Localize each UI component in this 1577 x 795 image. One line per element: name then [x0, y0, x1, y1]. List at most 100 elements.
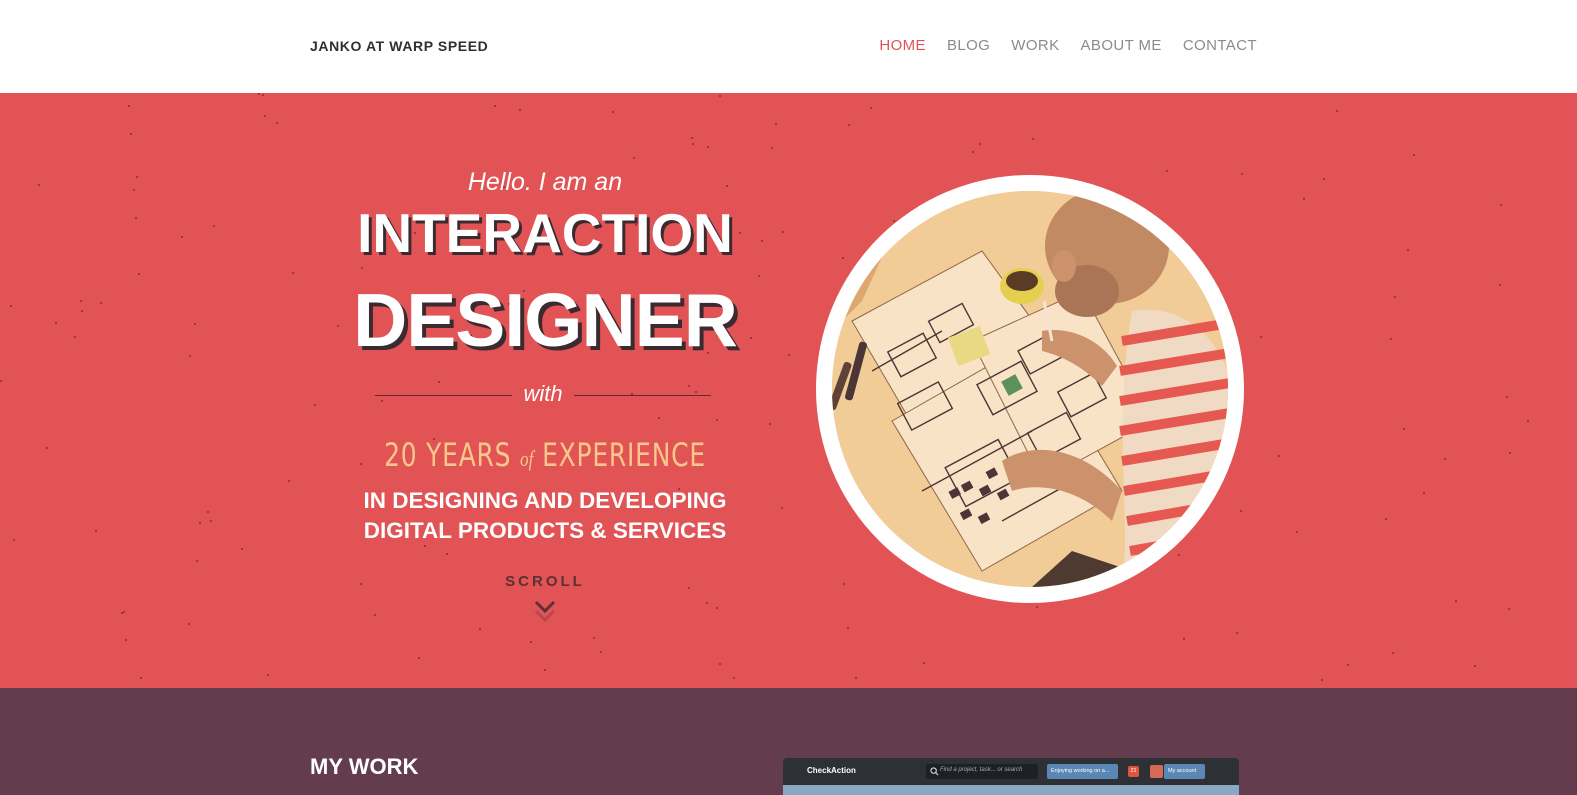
texture-speck: [1278, 455, 1280, 457]
search-icon: [930, 767, 939, 776]
texture-speck: [658, 417, 660, 419]
texture-speck: [719, 95, 721, 97]
preview-toolbar: CheckAction Find a project, task... or s…: [783, 758, 1239, 785]
texture-speck: [241, 548, 243, 550]
texture-speck: [81, 310, 83, 312]
texture-speck: [692, 143, 694, 145]
preview-status-select: Enjoying working on a...: [1047, 764, 1118, 779]
site-logo[interactable]: JANKO AT WARP SPEED: [310, 38, 488, 54]
texture-speck: [1323, 178, 1325, 180]
texture-speck: [360, 463, 362, 465]
texture-speck: [707, 146, 709, 148]
texture-speck: [136, 176, 138, 178]
texture-speck: [691, 137, 693, 139]
scroll-link[interactable]: SCROLL: [330, 573, 760, 590]
texture-speck: [1178, 554, 1180, 556]
texture-speck: [633, 157, 635, 159]
texture-speck: [519, 109, 521, 111]
designer-sketching-illustration: [832, 191, 1228, 587]
texture-speck: [374, 614, 376, 616]
profile-photo-frame: [816, 175, 1244, 603]
project-preview[interactable]: CheckAction Find a project, task... or s…: [783, 758, 1239, 795]
texture-speck: [100, 302, 102, 304]
texture-speck: [188, 623, 190, 625]
texture-speck: [1385, 518, 1387, 520]
texture-speck: [80, 300, 82, 302]
texture-speck: [923, 662, 925, 664]
texture-speck: [979, 143, 981, 145]
texture-speck: [1499, 284, 1501, 286]
texture-speck: [1303, 198, 1305, 200]
hero-subtitle-line2: DIGITAL PRODUCTS & SERVICES: [363, 518, 727, 543]
texture-speck: [494, 105, 496, 107]
texture-speck: [199, 522, 201, 524]
texture-speck: [719, 663, 721, 665]
texture-speck: [544, 669, 546, 671]
texture-speck: [133, 189, 135, 191]
texture-speck: [210, 520, 212, 522]
hero-connector: with: [375, 381, 711, 411]
texture-speck: [264, 115, 266, 117]
texture-speck: [1260, 336, 1262, 338]
texture-speck: [600, 651, 602, 653]
texture-speck: [593, 637, 595, 639]
double-chevron-down-icon[interactable]: [533, 600, 557, 624]
experience-label: EXPERIENCE: [542, 436, 706, 474]
nav-about-me[interactable]: ABOUT ME: [1081, 37, 1162, 54]
texture-speck: [1390, 338, 1392, 340]
texture-speck: [1240, 510, 1242, 512]
texture-speck: [95, 530, 97, 532]
profile-photo: [832, 191, 1228, 587]
experience-of: of: [520, 446, 534, 471]
hero-connector-word: with: [523, 381, 563, 406]
preview-notification-badge: 21: [1128, 766, 1139, 777]
texture-speck: [1336, 110, 1338, 112]
work-heading: MY WORK: [310, 754, 419, 779]
texture-speck: [1500, 204, 1502, 206]
texture-speck: [314, 404, 316, 406]
texture-speck: [855, 677, 857, 679]
texture-speck: [207, 511, 209, 513]
texture-speck: [775, 123, 777, 125]
texture-speck: [1407, 249, 1409, 251]
hero-experience: 20 YEARS of EXPERIENCE: [377, 436, 712, 474]
hero-subtitle-line1: IN DESIGNING AND DEVELOPING: [363, 488, 727, 513]
texture-speck: [1032, 138, 1034, 140]
texture-speck: [267, 674, 269, 676]
texture-speck: [135, 217, 137, 219]
nav-blog[interactable]: BLOG: [947, 37, 990, 54]
site-header: JANKO AT WARP SPEED HOME BLOG WORK ABOUT…: [0, 0, 1577, 93]
texture-speck: [55, 322, 57, 324]
texture-speck: [706, 602, 708, 604]
hero-section: Hello. I am an INTERACTION DESIGNER with…: [0, 93, 1577, 688]
texture-speck: [843, 583, 845, 585]
hero-title-line2: DESIGNER: [353, 278, 738, 362]
texture-speck: [1527, 420, 1529, 422]
texture-speck: [761, 240, 763, 242]
divider-right: [574, 395, 711, 396]
texture-speck: [530, 641, 532, 643]
texture-speck: [213, 225, 215, 227]
texture-speck: [1423, 492, 1425, 494]
texture-speck: [10, 305, 12, 307]
texture-speck: [194, 323, 196, 325]
texture-speck: [1444, 458, 1446, 460]
texture-speck: [292, 272, 294, 274]
preview-search-field: Find a project, task... or search: [926, 764, 1038, 779]
texture-speck: [870, 107, 872, 109]
texture-speck: [1394, 296, 1396, 298]
texture-speck: [74, 336, 76, 338]
main-nav: HOME BLOG WORK ABOUT ME CONTACT: [879, 37, 1257, 54]
nav-home[interactable]: HOME: [879, 37, 926, 54]
texture-speck: [46, 447, 48, 449]
texture-speck: [196, 560, 198, 562]
nav-work[interactable]: WORK: [1011, 37, 1059, 54]
texture-speck: [189, 355, 191, 357]
nav-contact[interactable]: CONTACT: [1183, 37, 1257, 54]
texture-speck: [847, 627, 849, 629]
texture-speck: [1166, 170, 1168, 172]
texture-speck: [771, 147, 773, 149]
texture-speck: [0, 380, 2, 382]
texture-speck: [612, 111, 614, 113]
preview-account-button: My account: [1164, 764, 1205, 779]
